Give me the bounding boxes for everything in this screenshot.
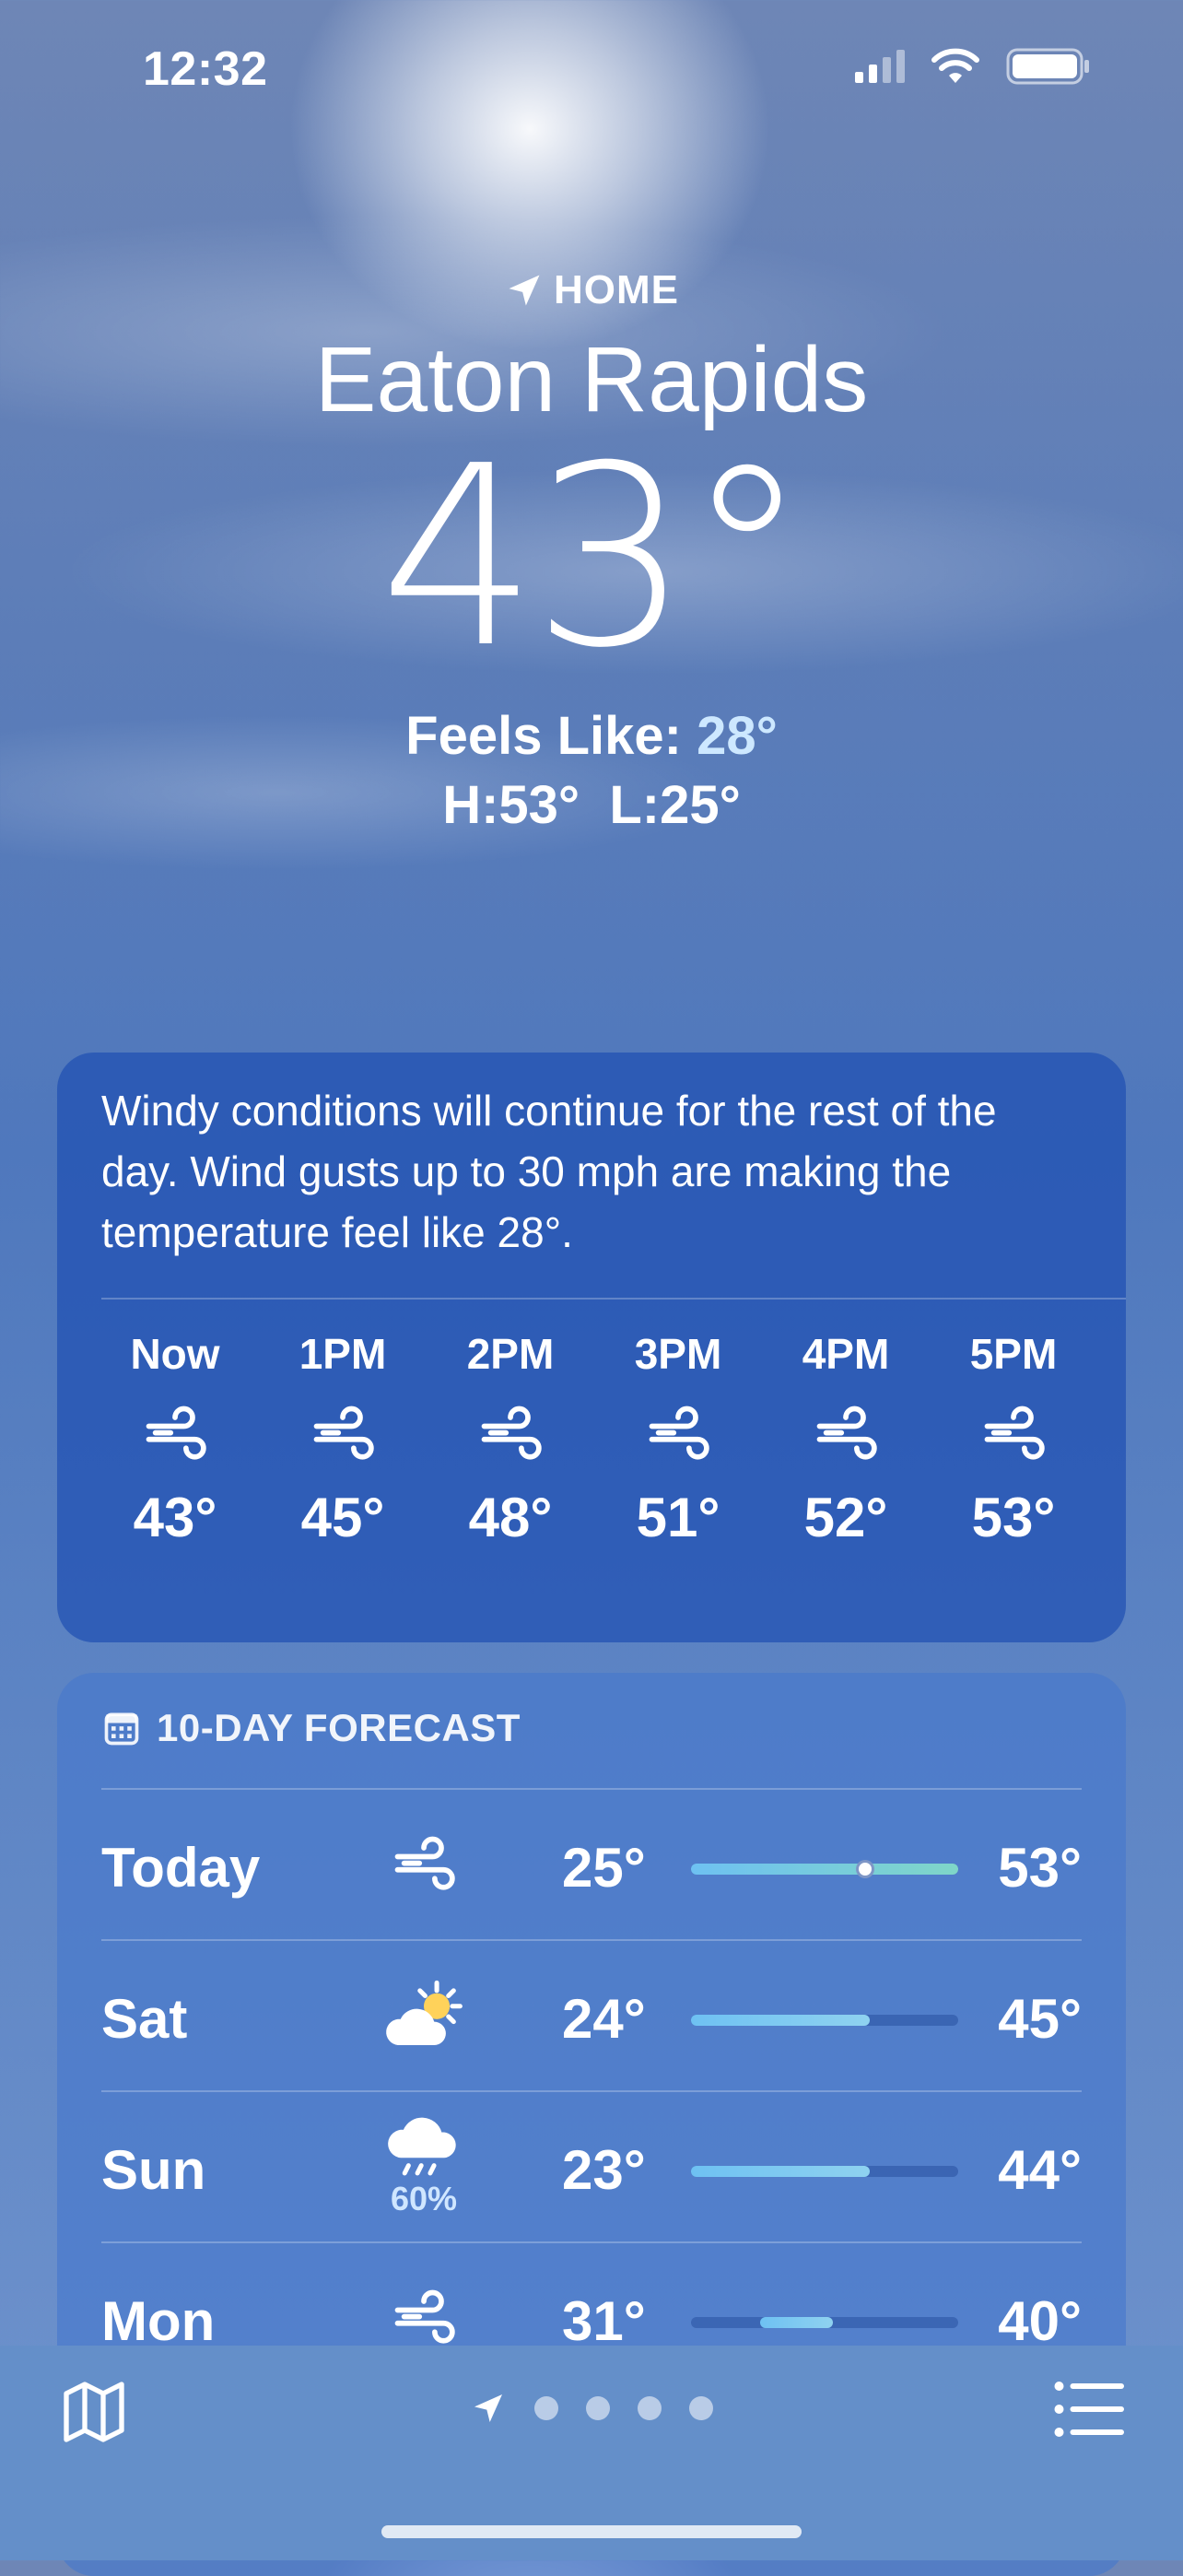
forecast-high: 53° — [998, 1837, 1082, 1899]
location-arrow-icon[interactable] — [470, 2390, 507, 2427]
forecast-row[interactable]: Sun 60% 23° 44° — [101, 2090, 1082, 2243]
wind-icon — [984, 1406, 1045, 1460]
temperature-range-bar — [691, 2166, 958, 2177]
home-indicator[interactable] — [381, 2525, 802, 2538]
hour-time: 3PM — [634, 1330, 722, 1378]
temperature-range-bar — [691, 2015, 958, 2026]
hour-time: 2PM — [466, 1330, 555, 1378]
hour-item: 4PM 52° — [772, 1329, 919, 1549]
forecast-row[interactable]: Sat 24° 45° — [101, 1939, 1082, 2092]
hour-item: 5PM 53° — [940, 1329, 1087, 1549]
page-dot[interactable] — [638, 2396, 662, 2420]
forecast-low: 25° — [562, 1837, 646, 1899]
temperature-range-fill — [691, 2015, 871, 2026]
temperature-range-bar — [691, 1860, 958, 1878]
location-label: HOME — [554, 267, 679, 312]
wind-icon — [394, 1836, 455, 1890]
forecast-high: 44° — [998, 2139, 1082, 2201]
forecast-day: Today — [101, 1837, 261, 1899]
forecast-header: 10-DAY FORECAST — [101, 1706, 521, 1750]
status-icons — [855, 46, 1091, 87]
partly-sunny-icon — [386, 1980, 463, 2045]
hour-temp: 45° — [300, 1487, 385, 1548]
hour-time: 4PM — [802, 1330, 890, 1378]
temperature-range-fill — [760, 2317, 833, 2328]
location-arrow-icon — [509, 275, 540, 306]
current-temp-marker — [855, 1860, 874, 1878]
hour-temp: 51° — [636, 1487, 720, 1548]
forecast-low: 31° — [562, 2290, 646, 2352]
forecast-condition — [369, 1810, 479, 1921]
page-indicator[interactable] — [0, 2390, 1183, 2427]
precip-chance: 60% — [390, 2180, 458, 2217]
wifi-icon — [931, 48, 979, 83]
wind-icon — [146, 1406, 206, 1460]
signal-icon — [855, 50, 905, 83]
rain-cloud-icon — [388, 2117, 456, 2176]
hourly-forecast-card[interactable]: Windy conditions will continue for the r… — [57, 1053, 1126, 1642]
wind-icon — [394, 2289, 455, 2344]
hour-item: 1PM 45° — [269, 1329, 416, 1549]
forecast-row[interactable]: Today 25° 53° — [101, 1788, 1082, 1941]
hour-time: 5PM — [969, 1330, 1058, 1378]
forecast-high: 45° — [998, 1988, 1082, 2050]
hour-time: 1PM — [299, 1330, 387, 1378]
hour-item: 3PM 51° — [604, 1329, 752, 1549]
temperature-range-fill — [691, 2166, 871, 2177]
hour-time: Now — [130, 1330, 220, 1378]
hour-temp: 52° — [803, 1487, 888, 1548]
forecast-day: Sun — [101, 2139, 206, 2201]
temperature-range-fill — [691, 1864, 958, 1875]
divider — [101, 1298, 1126, 1300]
forecast-condition — [369, 1961, 479, 2072]
battery-icon — [1006, 48, 1089, 85]
forecast-title: 10-DAY FORECAST — [157, 1706, 521, 1749]
temperature-range-bar — [691, 2317, 958, 2328]
hourly-list[interactable]: Now 43° 1PM 45° 2PM 48° 3PM 51° 4PM 52° 5PM 53° — [101, 1329, 1087, 1549]
forecast-day: Mon — [101, 2290, 216, 2352]
hour-temp: 48° — [468, 1487, 553, 1548]
current-temperature: 43° — [379, 412, 810, 702]
location-label-row: HOME — [0, 267, 1183, 313]
status-time: 12:32 — [143, 42, 268, 96]
hour-item: Now 43° — [101, 1329, 249, 1549]
conditions-summary: Windy conditions will continue for the r… — [101, 1087, 997, 1256]
hour-temp: 43° — [133, 1487, 217, 1548]
forecast-low: 23° — [562, 2139, 646, 2201]
feels-like-label: Feels Like: — [405, 706, 697, 766]
wind-icon — [649, 1406, 709, 1460]
page-dot[interactable] — [534, 2396, 558, 2420]
high-low: H:53° L:25° — [442, 775, 741, 835]
wind-icon — [816, 1406, 877, 1460]
forecast-day: Sat — [101, 1988, 188, 2050]
forecast-condition: 60% — [369, 2112, 479, 2223]
hour-temp: 53° — [971, 1487, 1056, 1548]
page-dot[interactable] — [689, 2396, 713, 2420]
wind-icon — [313, 1406, 374, 1460]
hour-item: 2PM 48° — [437, 1329, 584, 1549]
feels-like-value: 28° — [697, 706, 778, 766]
wind-icon — [481, 1406, 542, 1460]
calendar-icon — [104, 1712, 139, 1746]
forecast-high: 40° — [998, 2290, 1082, 2352]
page-dot[interactable] — [586, 2396, 610, 2420]
list-icon[interactable] — [1052, 2377, 1126, 2441]
feels-like: Feels Like: 28° — [0, 705, 1183, 767]
forecast-low: 24° — [562, 1988, 646, 2050]
